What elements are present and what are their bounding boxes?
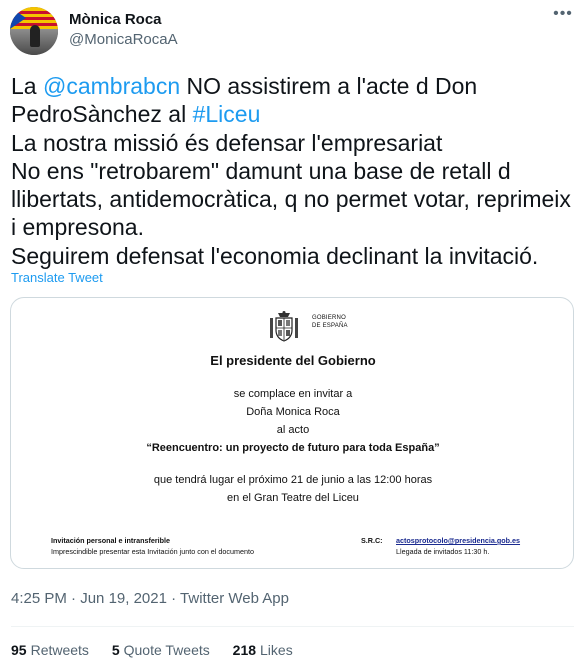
- invitation-line: al acto: [276, 424, 310, 436]
- tweet-text-line: La @cambrabcn NO assistirem a l'acte d D…: [11, 72, 576, 100]
- tweet-text-segment: i empresona.: [11, 214, 144, 241]
- coat-of-arms-icon: [270, 311, 298, 342]
- tweet-text-line: No ens "retrobarem" damunt una base de r…: [11, 157, 576, 185]
- author-name[interactable]: Mònica Roca: [69, 10, 162, 30]
- tweet-source[interactable]: Twitter Web App: [180, 590, 289, 607]
- hashtag-link[interactable]: #Liceu: [193, 101, 261, 127]
- tweet-text-segment: La: [11, 73, 43, 99]
- invitation-guest: Doña Monica Roca: [246, 406, 340, 418]
- tweet-text-line: Seguirem defensat l'economia declinant l…: [11, 242, 576, 270]
- invitation-date: que tendrá lugar el próximo 21 de junio …: [153, 474, 433, 486]
- invitation-line: se complace en invitar a: [233, 388, 353, 400]
- more-horizontal-icon[interactable]: •••: [548, 4, 578, 28]
- issuer-label: GOBIERNO DE ESPAÑA: [312, 315, 348, 329]
- invitation-venue: en el Gran Teatre del Liceu: [227, 492, 359, 504]
- tweet: ★ Mònica Roca @MonicaRocaA ••• La @cambr…: [0, 0, 584, 671]
- avatar[interactable]: ★: [10, 7, 58, 55]
- tweet-text-segment: PedroSànchez al: [11, 101, 193, 128]
- invitation-note-bold: Invitación personal e intransferible: [51, 536, 171, 545]
- tweet-text-line: i empresona.: [11, 213, 576, 241]
- author-handle[interactable]: @MonicaRocaA: [69, 30, 178, 50]
- tweet-text-segment: Seguirem defensat l'economia declinant l…: [11, 242, 539, 269]
- tweet-timestamp: 4:25 PM · Jun 19, 2021 · Twitter Web App: [11, 590, 289, 607]
- quote-tweets-stat[interactable]: 5 Quote Tweets: [112, 641, 210, 659]
- retweets-stat[interactable]: 95 Retweets: [11, 641, 89, 659]
- invitation-note: Imprescindible presentar esta Invitación…: [51, 547, 254, 556]
- tweet-text-segment: La nostra missió és defensar l'empresari…: [11, 129, 443, 156]
- invitation-heading: El presidente del Gobierno: [210, 353, 376, 368]
- tweet-text-line: La nostra missió és defensar l'empresari…: [11, 129, 576, 157]
- src-email: actosprotocolo@presidencia.gob.es: [396, 536, 521, 545]
- tweet-text-segment: NO assistirem a l'acte d Don: [180, 73, 478, 99]
- tweet-text-line: llibertats, antidemocràtica, q no permet…: [11, 185, 576, 213]
- engagement-stats: 95 Retweets 5 Quote Tweets 218 Likes: [11, 641, 312, 659]
- tweet-text-segment: llibertats, antidemocràtica, q no permet…: [11, 186, 571, 213]
- tweet-date[interactable]: Jun 19, 2021: [80, 590, 167, 607]
- translate-tweet-link[interactable]: Translate Tweet: [11, 270, 103, 286]
- invitation-event: “Reencuentro: un proyecto de futuro para…: [146, 442, 440, 454]
- tweet-time[interactable]: 4:25 PM: [11, 590, 67, 607]
- divider: [11, 626, 574, 627]
- tweet-text-segment: No ens "retrobarem" damunt una base de r…: [11, 157, 511, 184]
- arrival-time: Llegada de invitados 11:30 h.: [396, 547, 490, 556]
- likes-stat[interactable]: 218 Likes: [233, 641, 293, 659]
- mention-link[interactable]: @cambrabcn: [43, 73, 180, 99]
- tweet-text-line: PedroSànchez al #Liceu: [11, 100, 576, 128]
- invitation-document: GOBIERNO DE ESPAÑA El presidente del Gob…: [11, 298, 573, 568]
- tweet-text: La @cambrabcn NO assistirem a l'acte d D…: [11, 72, 576, 270]
- src-label: S.R.C:: [361, 536, 383, 545]
- attached-image[interactable]: GOBIERNO DE ESPAÑA El presidente del Gob…: [10, 297, 574, 569]
